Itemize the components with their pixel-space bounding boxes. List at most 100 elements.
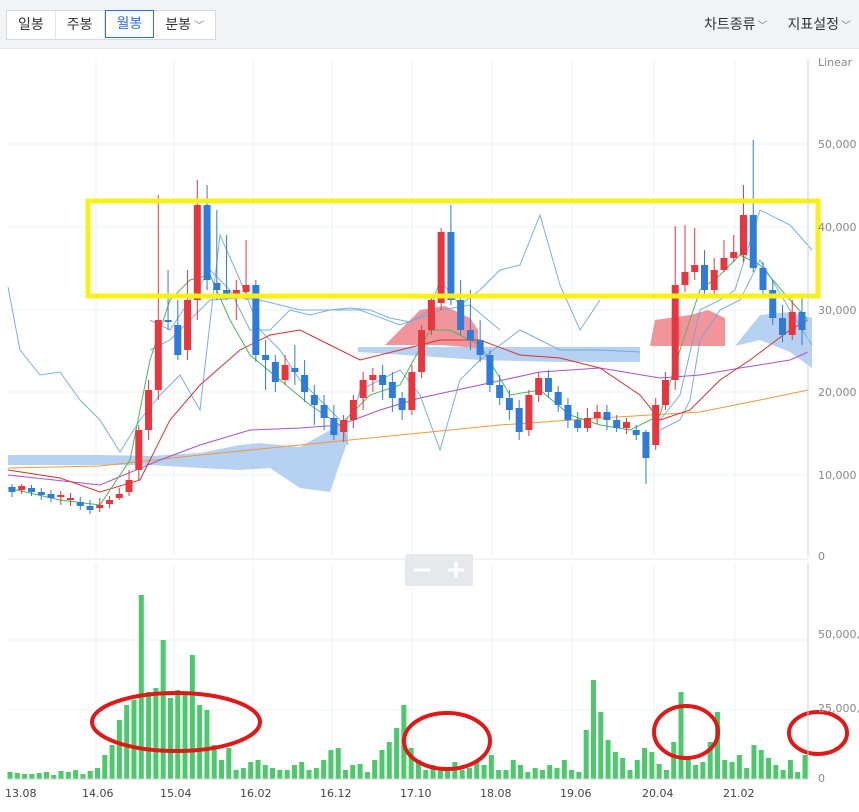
volume-bar bbox=[29, 774, 35, 779]
volume-bar bbox=[729, 762, 735, 779]
volume-bar bbox=[291, 765, 297, 779]
volume-bar bbox=[379, 750, 385, 779]
candle-body bbox=[174, 325, 182, 355]
candle-body bbox=[125, 480, 133, 492]
volume-tick: 50,000,0 bbox=[818, 628, 859, 641]
volume-bar bbox=[87, 771, 93, 779]
candle-body bbox=[564, 405, 572, 420]
x-tick: 18.08 bbox=[480, 787, 512, 800]
volume-bar bbox=[138, 595, 144, 779]
candle-body bbox=[476, 340, 484, 355]
chevron-down-icon: ﹀ bbox=[757, 21, 768, 32]
candle-body bbox=[535, 378, 543, 395]
volume-bar bbox=[722, 760, 728, 779]
price-axis: Linear 50,000 40,000 30,000 20,000 10,00… bbox=[807, 56, 857, 563]
volume-bar bbox=[802, 755, 808, 779]
candle-body bbox=[213, 283, 221, 290]
chart-canvas[interactable]: Linear 50,000 40,000 30,000 20,000 10,00… bbox=[0, 49, 859, 808]
x-tick: 16.02 bbox=[240, 787, 272, 800]
volume-bar bbox=[590, 680, 596, 779]
candle-body bbox=[583, 418, 591, 428]
volume-bar bbox=[576, 772, 582, 779]
tab-daily[interactable]: 일봉 bbox=[7, 11, 56, 39]
candle-body bbox=[67, 498, 75, 500]
volume-bar bbox=[306, 770, 312, 779]
zoom-out-button[interactable]: − bbox=[405, 554, 439, 586]
volume-bar bbox=[233, 770, 239, 779]
volume-bar bbox=[109, 745, 115, 779]
candle-body bbox=[154, 320, 162, 390]
volume-bar bbox=[795, 772, 801, 779]
volume-bar bbox=[488, 755, 494, 779]
volume-bar bbox=[270, 768, 276, 779]
volume-bar bbox=[627, 770, 633, 779]
price-tick: 10,000 bbox=[818, 469, 857, 482]
volume-bar bbox=[175, 690, 181, 779]
candle-body bbox=[340, 420, 348, 432]
candle-body bbox=[544, 378, 552, 392]
period-tabs: 일봉 주봉 월봉 분봉 ﹀ bbox=[6, 10, 217, 40]
volume-bar bbox=[350, 765, 356, 779]
candle-body bbox=[613, 420, 621, 428]
volume-bar bbox=[525, 772, 531, 779]
volume-bar bbox=[277, 770, 283, 779]
tab-monthly[interactable]: 월봉 bbox=[104, 10, 155, 38]
candle-body bbox=[76, 502, 84, 506]
volume-bar bbox=[116, 720, 122, 779]
volume-bar bbox=[459, 770, 465, 779]
volume-bar bbox=[671, 742, 677, 779]
x-tick: 19.06 bbox=[560, 787, 592, 800]
volume-bar bbox=[131, 700, 137, 779]
candle-body bbox=[622, 422, 630, 428]
volume-bar bbox=[510, 760, 516, 779]
chart-type-label: 차트종류 bbox=[703, 17, 756, 33]
volume-bar bbox=[539, 770, 545, 779]
candle-body bbox=[778, 318, 786, 335]
price-tick: 20,000 bbox=[818, 386, 857, 399]
tab-minute-label: 분봉 bbox=[165, 17, 192, 33]
volume-bar bbox=[343, 770, 349, 779]
candle-body bbox=[466, 330, 474, 340]
candle-body bbox=[184, 300, 192, 350]
candle-body bbox=[310, 395, 318, 405]
scale-label[interactable]: Linear bbox=[818, 56, 853, 69]
price-tick: 50,000 bbox=[818, 138, 857, 151]
chevron-down-icon: ﹀ bbox=[194, 21, 205, 32]
chart-toolbar: 일봉 주봉 월봉 분봉 ﹀ 차트종류 ﹀ 지표설정 ﹀ bbox=[0, 0, 859, 49]
tab-weekly[interactable]: 주봉 bbox=[56, 11, 105, 39]
chart-type-menu[interactable]: 차트종류 ﹀ bbox=[704, 14, 768, 34]
volume-bar bbox=[372, 760, 378, 779]
stock-chart[interactable]: Linear 50,000 40,000 30,000 20,000 10,00… bbox=[0, 49, 859, 808]
candle-body bbox=[700, 265, 708, 290]
volume-bar bbox=[240, 768, 246, 779]
volume-bar bbox=[547, 765, 553, 779]
tab-minute[interactable]: 분봉 ﹀ bbox=[154, 11, 215, 39]
candle-body bbox=[203, 205, 211, 280]
candle-body bbox=[145, 390, 153, 430]
candle-body bbox=[681, 272, 689, 285]
volume-bar bbox=[65, 772, 71, 779]
volume-bar bbox=[14, 773, 20, 779]
volume-bar bbox=[649, 752, 655, 779]
volume-bar bbox=[569, 770, 575, 779]
volume-bar bbox=[773, 765, 779, 779]
circle-latest bbox=[787, 710, 849, 756]
volume-bar bbox=[583, 730, 589, 779]
candle-body bbox=[661, 380, 669, 405]
zoom-in-button[interactable]: + bbox=[439, 554, 473, 586]
candle-body bbox=[271, 362, 279, 382]
volume-bar bbox=[503, 770, 509, 779]
price-tick: 0 bbox=[818, 550, 825, 563]
volume-bar bbox=[423, 770, 429, 779]
volume-bar bbox=[656, 764, 662, 779]
indicator-settings-menu[interactable]: 지표설정 ﹀ bbox=[787, 14, 851, 34]
candle-body bbox=[554, 392, 562, 405]
volume-bar bbox=[219, 760, 225, 779]
volume-bar bbox=[160, 640, 166, 779]
candle-body bbox=[457, 300, 465, 330]
volume-bar bbox=[7, 772, 13, 779]
volume-bar bbox=[51, 775, 57, 779]
candle-body bbox=[759, 268, 767, 290]
candle-body bbox=[135, 430, 143, 470]
candle-body bbox=[398, 398, 406, 410]
